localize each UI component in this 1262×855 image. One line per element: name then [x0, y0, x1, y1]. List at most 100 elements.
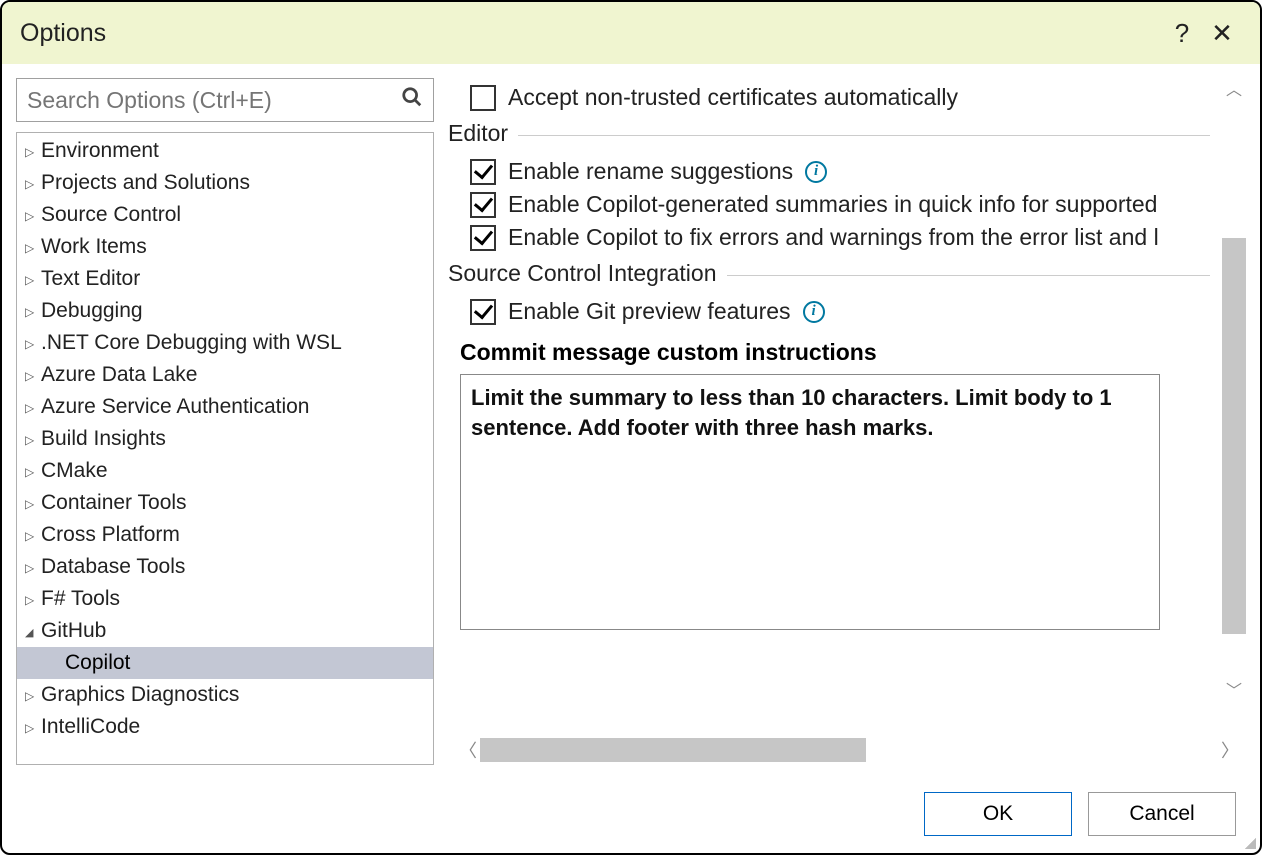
chevron-right-icon[interactable] — [25, 431, 41, 447]
tree-item[interactable]: Graphics Diagnostics — [17, 679, 433, 711]
tree-item[interactable]: CMake — [17, 455, 433, 487]
tree-item[interactable]: .NET Core Debugging with WSL — [17, 327, 433, 359]
accept-nontrusted-certs-option[interactable]: Accept non-trusted certificates automati… — [470, 84, 1210, 111]
chevron-right-icon[interactable] — [25, 399, 41, 415]
chevron-right-icon[interactable] — [25, 335, 41, 351]
chevron-right-icon[interactable] — [25, 239, 41, 255]
chevron-right-icon[interactable] — [25, 463, 41, 479]
tree-item-label: Cross Platform — [41, 523, 180, 547]
right-pane: Accept non-trusted certificates automati… — [448, 78, 1250, 765]
tree-item[interactable]: Source Control — [17, 199, 433, 231]
tree-item[interactable]: IntelliCode — [17, 711, 433, 743]
option-label: Enable rename suggestions — [508, 158, 793, 185]
dialog-footer: OK Cancel — [2, 775, 1260, 853]
tree-item[interactable]: F# Tools — [17, 583, 433, 615]
horizontal-scrollbar[interactable]: 〈 〉 — [448, 735, 1250, 765]
tree-item-label: .NET Core Debugging with WSL — [41, 331, 342, 355]
group-title: Editor — [448, 120, 518, 147]
chevron-down-icon[interactable] — [25, 623, 41, 639]
titlebar: Options ? ✕ — [2, 2, 1260, 64]
tree-child-item[interactable]: Copilot — [17, 647, 433, 679]
scroll-up-icon[interactable]: ︿ — [1224, 78, 1244, 98]
help-button[interactable]: ? — [1162, 18, 1202, 49]
option-label: Enable Copilot-generated summaries in qu… — [508, 191, 1157, 218]
enable-rename-suggestions-option[interactable]: Enable rename suggestions — [470, 158, 1210, 185]
tree-item-label: Text Editor — [41, 267, 140, 291]
tree-item-label: Azure Data Lake — [41, 363, 197, 387]
left-pane: Environment Projects and Solutions Source … — [16, 78, 434, 765]
tree-item[interactable]: Projects and Solutions — [17, 167, 433, 199]
chevron-right-icon[interactable] — [25, 175, 41, 191]
tree-item-label: Debugging — [41, 299, 143, 323]
vertical-scrollbar[interactable]: ︿ ﹀ — [1218, 78, 1250, 699]
scroll-right-icon[interactable]: 〉 — [1218, 737, 1242, 763]
search-input[interactable] — [27, 87, 401, 114]
checkbox[interactable] — [470, 299, 496, 325]
chevron-right-icon[interactable] — [25, 687, 41, 703]
tree-item[interactable]: Database Tools — [17, 551, 433, 583]
tree-item[interactable]: Text Editor — [17, 263, 433, 295]
scroll-thumb[interactable] — [480, 738, 866, 762]
tree-item[interactable]: GitHub — [17, 615, 433, 647]
commit-instructions-textarea[interactable]: Limit the summary to less than 10 charac… — [460, 374, 1160, 630]
cancel-button[interactable]: Cancel — [1088, 792, 1236, 836]
scroll-down-icon[interactable]: ﹀ — [1224, 679, 1244, 699]
tree-item-label: Copilot — [65, 651, 130, 675]
chevron-right-icon[interactable] — [25, 367, 41, 383]
enable-git-preview-option[interactable]: Enable Git preview features — [470, 298, 1210, 325]
chevron-right-icon[interactable] — [25, 207, 41, 223]
chevron-right-icon[interactable] — [25, 719, 41, 735]
checkbox[interactable] — [470, 159, 496, 185]
info-icon[interactable] — [805, 161, 827, 183]
resize-grip[interactable] — [1242, 835, 1256, 849]
chevron-right-icon[interactable] — [25, 271, 41, 287]
option-label: Enable Git preview features — [508, 298, 791, 325]
dialog-body: Environment Projects and Solutions Source … — [2, 64, 1260, 775]
tree-item-label: Source Control — [41, 203, 181, 227]
options-panel: Accept non-trusted certificates automati… — [448, 78, 1250, 729]
tree-item-label: Projects and Solutions — [41, 171, 250, 195]
option-label: Accept non-trusted certificates automati… — [508, 84, 958, 111]
tree-item[interactable]: Container Tools — [17, 487, 433, 519]
scroll-thumb[interactable] — [1222, 238, 1246, 634]
checkbox[interactable] — [470, 192, 496, 218]
dialog-title: Options — [20, 19, 1162, 48]
editor-group: Editor Enable rename suggestions Enable … — [448, 135, 1210, 251]
tree-item-label: Azure Service Authentication — [41, 395, 310, 419]
tree-item[interactable]: Debugging — [17, 295, 433, 327]
tree-item-label: CMake — [41, 459, 108, 483]
options-dialog: Options ? ✕ Environment Projects and Solu… — [0, 0, 1262, 855]
hscroll-track[interactable] — [480, 738, 1218, 762]
tree-item[interactable]: Azure Data Lake — [17, 359, 433, 391]
tree-item-label: Container Tools — [41, 491, 187, 515]
tree-item-label: Graphics Diagnostics — [41, 683, 239, 707]
info-icon[interactable] — [803, 301, 825, 323]
search-options-box[interactable] — [16, 78, 434, 122]
tree-item[interactable]: Cross Platform — [17, 519, 433, 551]
tree-item-label: Work Items — [41, 235, 147, 259]
option-label: Enable Copilot to fix errors and warning… — [508, 224, 1159, 251]
tree-item-label: Database Tools — [41, 555, 185, 579]
chevron-right-icon[interactable] — [25, 495, 41, 511]
checkbox[interactable] — [470, 85, 496, 111]
ok-button[interactable]: OK — [924, 792, 1072, 836]
tree-item[interactable]: Build Insights — [17, 423, 433, 455]
search-icon — [401, 86, 423, 114]
chevron-right-icon[interactable] — [25, 303, 41, 319]
source-control-group: Source Control Integration Enable Git pr… — [448, 275, 1210, 630]
chevron-right-icon[interactable] — [25, 527, 41, 543]
tree-item-label: GitHub — [41, 619, 106, 643]
enable-copilot-summaries-option[interactable]: Enable Copilot-generated summaries in qu… — [470, 191, 1210, 218]
chevron-right-icon[interactable] — [25, 559, 41, 575]
tree-item-label: Environment — [41, 139, 159, 163]
chevron-right-icon[interactable] — [25, 143, 41, 159]
close-button[interactable]: ✕ — [1202, 18, 1242, 49]
checkbox[interactable] — [470, 225, 496, 251]
tree-item[interactable]: Environment — [17, 135, 433, 167]
chevron-right-icon[interactable] — [25, 591, 41, 607]
options-tree[interactable]: Environment Projects and Solutions Source … — [16, 132, 434, 765]
scroll-left-icon[interactable]: 〈 — [456, 737, 480, 763]
tree-item[interactable]: Azure Service Authentication — [17, 391, 433, 423]
enable-copilot-fix-errors-option[interactable]: Enable Copilot to fix errors and warning… — [470, 224, 1210, 251]
tree-item[interactable]: Work Items — [17, 231, 433, 263]
